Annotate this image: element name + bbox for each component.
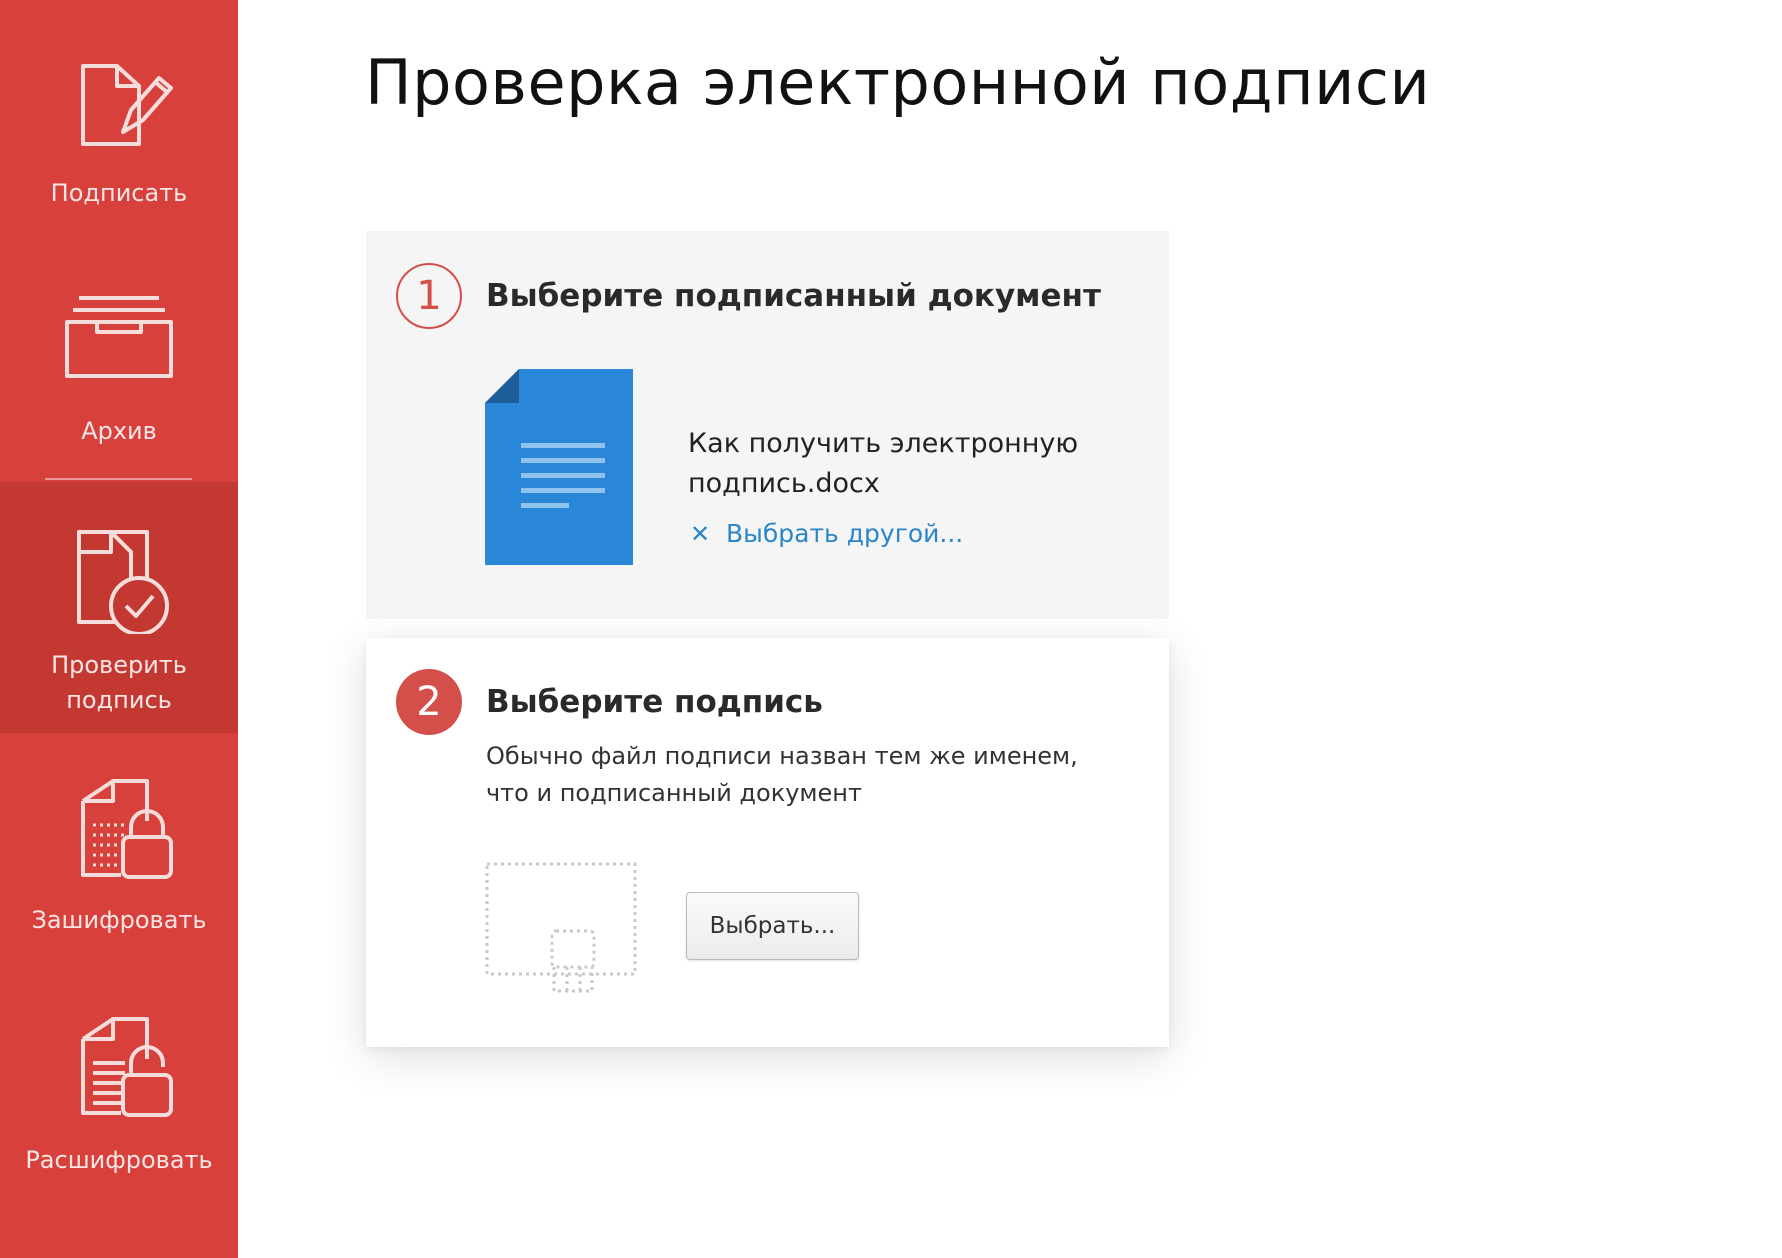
word-document-icon: [485, 369, 633, 565]
sidebar-divider: [45, 478, 192, 480]
step-title: Выберите подпись: [486, 684, 823, 720]
signature-hint-text: Обычно файл подписи назван тем же именем…: [486, 742, 1078, 807]
step-number-badge: 1: [396, 263, 462, 329]
selected-file-name: Как получить электронную подпись.docx: [688, 428, 1079, 499]
choose-other-link[interactable]: ✕ Выбрать другой...: [688, 519, 963, 548]
page-title: Проверка электронной подписи: [365, 46, 1431, 119]
close-icon[interactable]: ✕: [688, 520, 712, 548]
sidebar-item-archive[interactable]: Архив: [0, 238, 238, 478]
sign-document-icon: [81, 64, 173, 146]
sidebar-item-label: Зашифровать: [31, 906, 207, 934]
sidebar-item-sign[interactable]: Подписать: [0, 0, 238, 238]
sidebar: Подписать Архив Проверить подпись Зашифр…: [0, 0, 238, 1258]
decrypt-unlock-icon: [81, 1017, 173, 1117]
encrypt-lock-icon: [81, 779, 173, 879]
sidebar-item-encrypt[interactable]: Зашифровать: [0, 733, 238, 973]
step-select-signature: 2 Выберите подпись Обычно файл подписи н…: [366, 638, 1169, 1047]
choose-other-label[interactable]: Выбрать другой...: [726, 519, 963, 548]
app-window: Подписать Архив Проверить подпись Зашифр…: [0, 0, 1782, 1258]
verify-document-icon: [77, 530, 169, 634]
choose-signature-button[interactable]: Выбрать...: [686, 892, 859, 960]
sidebar-item-verify[interactable]: Проверить подпись: [0, 482, 238, 733]
sidebar-item-decrypt[interactable]: Расшифровать: [0, 973, 238, 1213]
sidebar-item-label: Архив: [81, 417, 157, 445]
step-number-badge: 2: [396, 669, 462, 735]
step-title: Выберите подписанный документ: [486, 278, 1101, 314]
signature-file-placeholder-icon: [485, 862, 637, 993]
sidebar-item-label: Подписать: [50, 179, 188, 207]
step-select-document: 1 Выберите подписанный документ Как полу…: [366, 231, 1169, 619]
sidebar-item-label: Расшифровать: [25, 1146, 213, 1174]
archive-tray-icon: [65, 296, 173, 378]
sidebar-item-label: Проверить подпись: [51, 651, 187, 714]
